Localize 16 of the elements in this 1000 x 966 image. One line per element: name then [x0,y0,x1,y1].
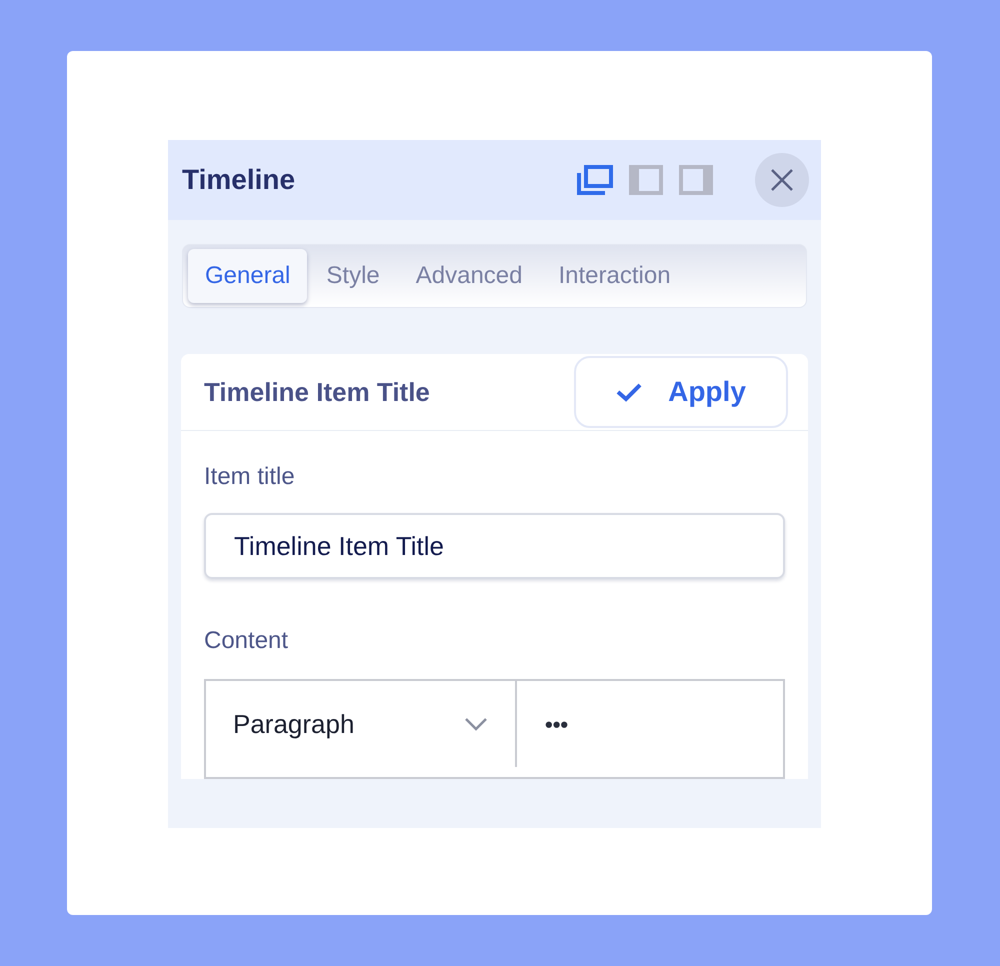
windows-icon[interactable] [577,165,613,195]
section-title: Timeline Item Title [204,376,430,408]
tab[interactable]: Advanced [398,249,540,303]
tab[interactable]: Interaction [542,249,688,303]
more-button[interactable]: ••• [517,681,596,767]
apply-button[interactable]: Apply [574,356,788,428]
panel-title: Timeline [182,163,296,197]
check-icon [616,382,642,402]
tab[interactable]: Style [309,249,397,303]
tab[interactable]: General [188,249,308,303]
close-icon [770,168,794,192]
input-field[interactable]: Timeline Item Title [204,513,785,579]
field-label: Content [204,626,290,656]
chevron-down-icon [464,717,488,731]
format-dropdown[interactable]: Paragraph [206,681,517,767]
field-label: Item title [204,462,296,492]
